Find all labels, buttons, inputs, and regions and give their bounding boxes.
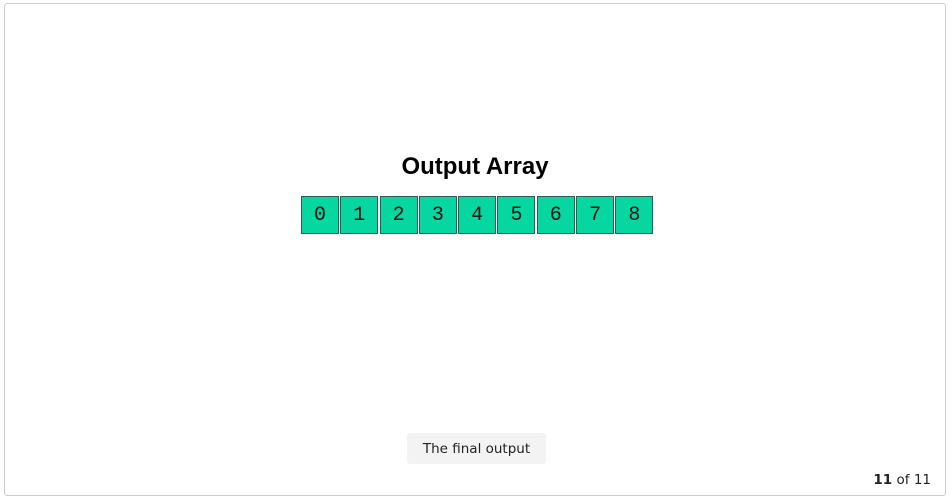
slide-title: Output Array [401,153,549,180]
slide-caption: The final output [407,433,546,464]
slide-frame: Output Array 0 1 2 3 4 5 6 7 8 The final… [4,3,946,496]
array-cell: 0 [301,196,339,234]
slide-counter-separator: of [896,472,910,488]
array-cell: 1 [340,196,379,234]
array-cell: 8 [615,196,654,234]
array-cell: 5 [497,196,536,234]
output-array: 0 1 2 3 4 5 6 7 8 [301,196,655,234]
current-slide-number: 11 [873,472,893,488]
array-cell: 3 [418,196,457,234]
array-cell: 4 [458,196,497,234]
array-cell: 2 [379,196,418,234]
array-cell: 7 [576,196,615,234]
total-slide-count: 11 [913,472,931,488]
slide-counter: 11 of 11 [873,472,931,488]
array-cell: 6 [536,196,575,234]
